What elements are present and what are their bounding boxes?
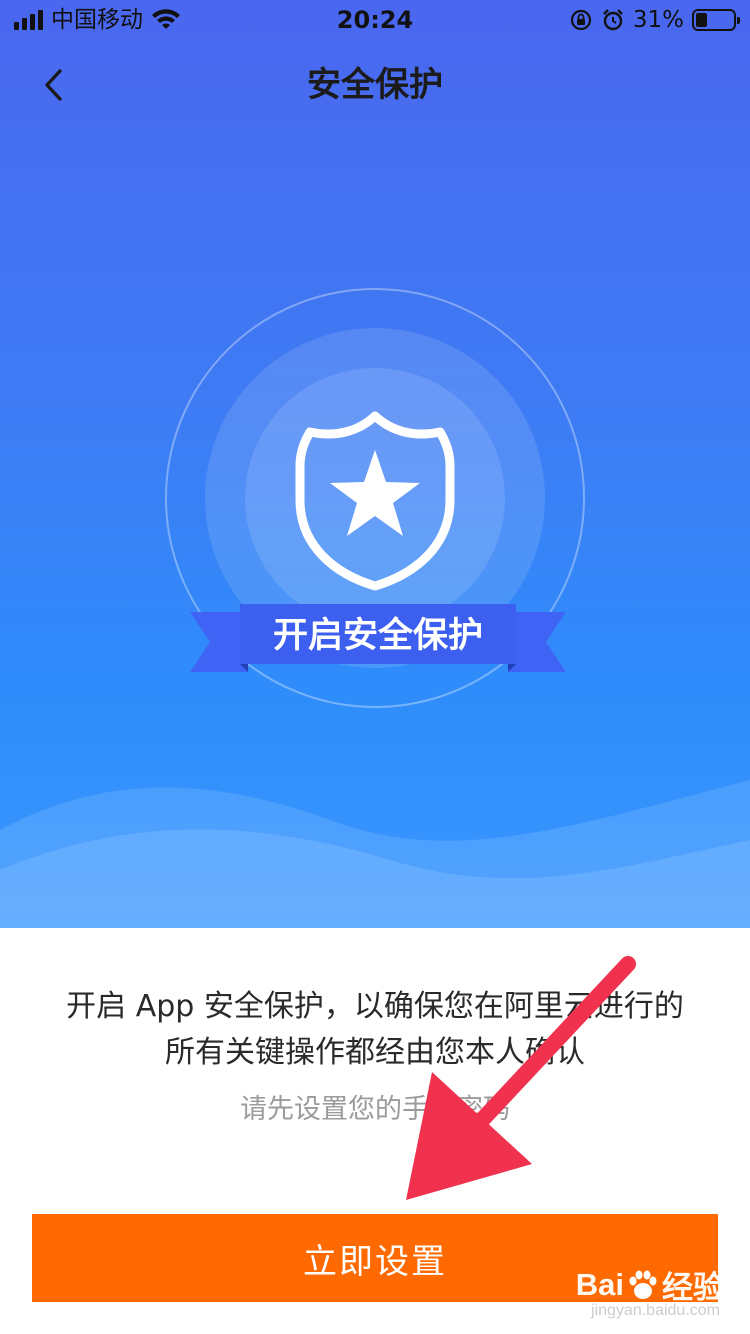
status-bar: 中国移动 20:24 31% [0, 0, 750, 40]
back-button[interactable] [30, 62, 76, 108]
alarm-icon [603, 9, 623, 31]
security-description: 开启 App 安全保护，以确保您在阿里云进行的 所有关键操作都经由您本人确认 [30, 984, 720, 1076]
orientation-lock-icon [570, 9, 591, 31]
shield-star-icon [295, 411, 455, 591]
chevron-left-icon [45, 69, 62, 101]
paw-icon [629, 1270, 657, 1299]
description-line-1: 开启 App 安全保护，以确保您在阿里云进行的 [66, 989, 684, 1024]
wave-decoration [0, 780, 750, 928]
battery-percent: 31% [632, 7, 684, 33]
watermark-brand: Bai [575, 1266, 624, 1302]
hero-banner: 开启安全保护 [0, 0, 750, 928]
ribbon-label: 开启安全保护 [272, 616, 483, 656]
baidu-jingyan-watermark: Bai 经验 [576, 1262, 724, 1307]
watermark-url: jingyan.baidu.com [591, 1302, 720, 1319]
description-line-2: 所有关键操作都经由您本人确认 [165, 1035, 585, 1070]
gesture-password-hint: 请先设置您的手势密码 [240, 1094, 510, 1125]
page-title: 安全保护 [307, 65, 443, 105]
watermark-brand-2: 经验 [662, 1270, 724, 1305]
battery-icon [692, 9, 740, 31]
nav-bar: 安全保护 [0, 50, 750, 120]
